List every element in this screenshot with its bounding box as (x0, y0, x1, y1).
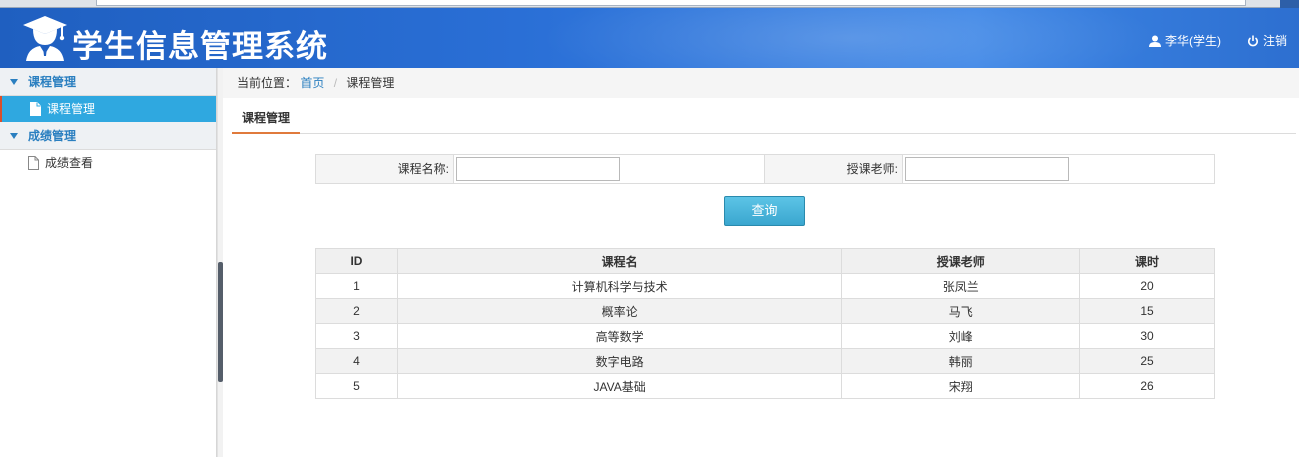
sidebar-splitter[interactable] (217, 68, 223, 457)
cell-id: 3 (315, 323, 398, 349)
power-icon (1248, 35, 1258, 46)
cell-course-name: 计算机科学与技术 (396, 273, 843, 299)
sidebar-item-course-management[interactable]: 课程管理 (0, 96, 216, 122)
table-row[interactable]: 1 计算机科学与技术 张凤兰 20 (315, 273, 1215, 299)
cell-id: 4 (315, 348, 398, 374)
caret-down-icon (10, 132, 18, 139)
cell-teacher: 张凤兰 (841, 273, 1081, 299)
query-button[interactable]: 查询 (724, 196, 805, 226)
search-form: 课程名称: 授课老师: (315, 154, 1215, 184)
sidebar-item-label: 课程管理 (47, 102, 96, 116)
cell-course-name: JAVA基础 (396, 373, 843, 399)
cell-hours: 15 (1079, 298, 1215, 324)
breadcrumb-current: 课程管理 (346, 76, 395, 90)
logout-button[interactable]: 注销 (1247, 32, 1287, 49)
sidebar-group-course[interactable]: 课程管理 (0, 68, 216, 96)
table-row[interactable]: 5 JAVA基础 宋翔 26 (315, 373, 1215, 399)
tab-bar: 课程管理 (232, 104, 1296, 134)
table-row[interactable]: 2 概率论 马飞 15 (315, 298, 1215, 324)
sidebar-item-grade-view[interactable]: 成绩查看 (0, 150, 216, 176)
cell-id: 1 (315, 273, 398, 299)
cell-teacher: 宋翔 (841, 373, 1081, 399)
current-user[interactable]: 李华(学生) (1149, 32, 1221, 49)
cell-hours: 25 (1079, 348, 1215, 374)
course-table: ID 课程名 授课老师 课时 1 计算机科学与技术 张凤兰 20 2 概率论 马… (315, 248, 1215, 399)
course-name-input[interactable] (456, 157, 620, 181)
caret-down-icon (10, 78, 18, 85)
cell-id: 2 (315, 298, 398, 324)
table-row[interactable]: 4 数字电路 韩丽 25 (315, 348, 1215, 374)
cell-hours: 26 (1079, 373, 1215, 399)
breadcrumb-prefix: 当前位置： (237, 76, 298, 90)
column-header-hours[interactable]: 课时 (1079, 248, 1215, 274)
breadcrumb-separator: / (333, 76, 338, 90)
document-icon (28, 156, 39, 170)
teacher-input[interactable] (905, 157, 1069, 181)
cell-teacher: 马飞 (841, 298, 1081, 324)
column-header-teacher[interactable]: 授课老师 (841, 248, 1081, 274)
table-header-row: ID 课程名 授课老师 课时 (315, 248, 1215, 274)
graduate-logo-icon (23, 16, 67, 61)
cell-course-name: 高等数学 (396, 323, 843, 349)
column-header-course-name[interactable]: 课程名 (396, 248, 843, 274)
document-icon (30, 102, 41, 116)
cell-teacher: 韩丽 (841, 348, 1081, 374)
address-bar[interactable] (96, 0, 1246, 6)
course-name-label: 课程名称: (316, 155, 454, 183)
app-header: 学生信息管理系统 李华(学生) 注销 (0, 8, 1299, 68)
sidebar-group-grades[interactable]: 成绩管理 (0, 122, 216, 150)
cell-hours: 30 (1079, 323, 1215, 349)
user-icon (1149, 35, 1161, 47)
cell-course-name: 概率论 (396, 298, 843, 324)
browser-button[interactable] (1280, 0, 1299, 8)
breadcrumb-home-link[interactable]: 首页 (300, 76, 324, 90)
browser-chrome (0, 0, 1299, 8)
table-row[interactable]: 3 高等数学 刘峰 30 (315, 323, 1215, 349)
cell-id: 5 (315, 373, 398, 399)
sidebar-group-label: 课程管理 (28, 74, 77, 89)
logout-label: 注销 (1262, 34, 1287, 48)
splitter-handle[interactable] (218, 262, 223, 382)
tab-course-management[interactable]: 课程管理 (232, 104, 301, 134)
sidebar-item-label: 成绩查看 (45, 156, 94, 170)
sidebar-group-label: 成绩管理 (28, 128, 77, 143)
cell-course-name: 数字电路 (396, 348, 843, 374)
breadcrumb: 当前位置： 首页 / 课程管理 (223, 68, 1299, 98)
sidebar: 课程管理 课程管理 成绩管理 成绩查看 (0, 68, 217, 457)
user-name: 李华(学生) (1165, 34, 1221, 48)
cell-teacher: 刘峰 (841, 323, 1081, 349)
teacher-label: 授课老师: (765, 155, 903, 183)
column-header-id[interactable]: ID (315, 248, 398, 274)
cell-hours: 20 (1079, 273, 1215, 299)
app-title: 学生信息管理系统 (72, 29, 328, 64)
